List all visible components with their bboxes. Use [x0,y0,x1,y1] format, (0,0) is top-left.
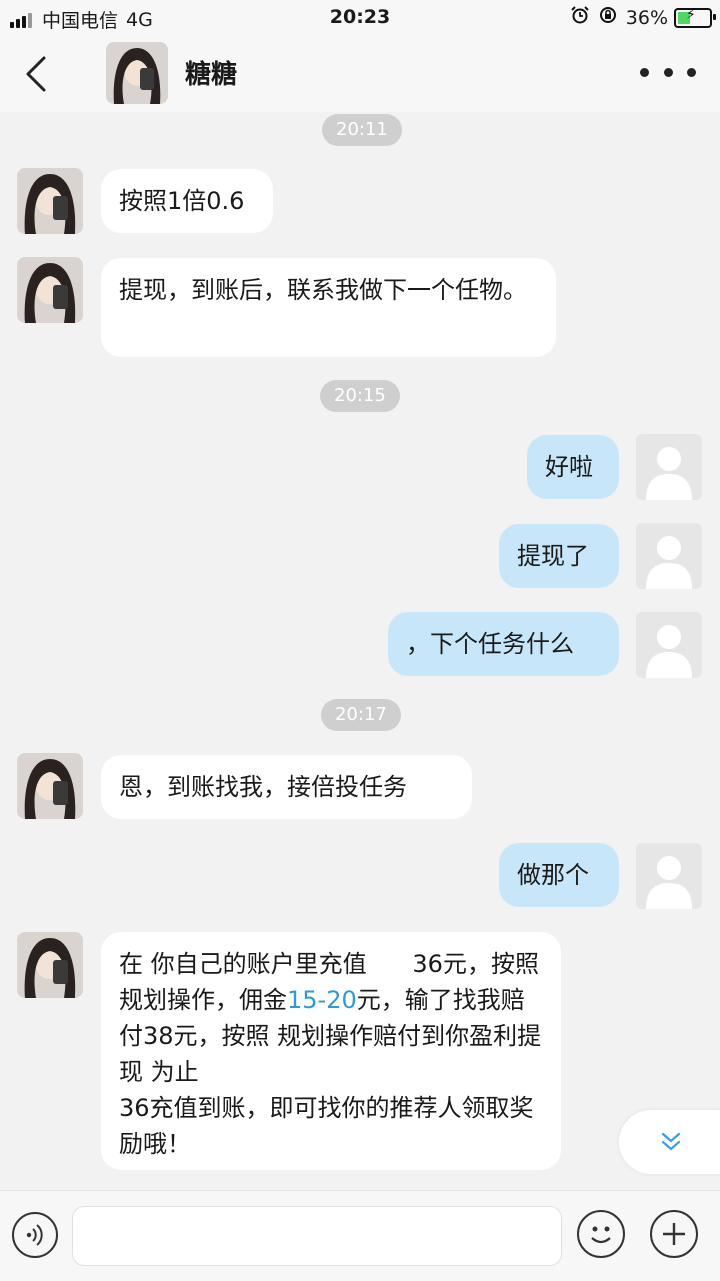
incoming-message: 在 你自己的账户里充值 36元，按照规划操作，佣金15-20元，输了找我赔付38… [101,932,561,1170]
more-button[interactable] [640,54,696,90]
scroll-to-bottom-button[interactable] [619,1110,720,1174]
avatar[interactable] [17,753,83,819]
timestamp: 20:17 [321,699,401,731]
double-chevron-down-icon [661,1132,681,1151]
plus-icon [663,1223,685,1245]
alarm-icon [570,5,590,30]
outgoing-message: 做那个 [499,843,619,907]
my-avatar[interactable] [636,434,702,500]
status-bar: 中国电信 4G 20:23 36% ⚡ [0,0,720,34]
more-actions-button[interactable] [650,1210,698,1258]
my-avatar[interactable] [636,612,702,678]
my-avatar[interactable] [636,523,702,589]
rotation-lock-icon [598,5,618,30]
emoji-button[interactable] [577,1210,625,1258]
voice-icon [26,1224,43,1246]
contact-avatar[interactable] [106,42,168,104]
battery-percent: 36% [625,6,668,29]
timestamp: 20:15 [320,380,400,412]
contact-name: 糖糖 [185,60,238,90]
avatar[interactable] [17,168,83,234]
back-chevron-icon [26,56,46,92]
battery-charging-icon: ⚡ [674,7,716,28]
chat-header: 糖糖 [0,34,720,112]
message-input[interactable] [72,1206,562,1266]
back-button[interactable] [18,54,58,94]
outgoing-message: ，下个任务什么 [388,612,619,676]
message-list[interactable]: 20:11 按照1倍0.6 提现，到账后，联系我做下一个任物。 20:15 好啦… [0,112,720,1190]
incoming-message: 恩，到账找我，接倍投任务 [101,755,472,819]
input-bar [0,1190,720,1281]
avatar[interactable] [17,932,83,998]
outgoing-message: 好啦 [527,435,619,499]
timestamp: 20:11 [322,114,402,146]
incoming-message: 提现，到账后，联系我做下一个任物。 [101,258,556,357]
avatar[interactable] [17,257,83,323]
voice-button[interactable] [12,1212,58,1258]
my-avatar[interactable] [636,843,702,909]
commission-highlight: 15-20 [287,986,357,1014]
status-right: 36% ⚡ [570,5,716,30]
outgoing-message: 提现了 [499,524,619,588]
more-dots-icon [640,67,696,77]
emoji-icon [591,1226,611,1244]
incoming-message: 按照1倍0.6 [101,169,273,233]
